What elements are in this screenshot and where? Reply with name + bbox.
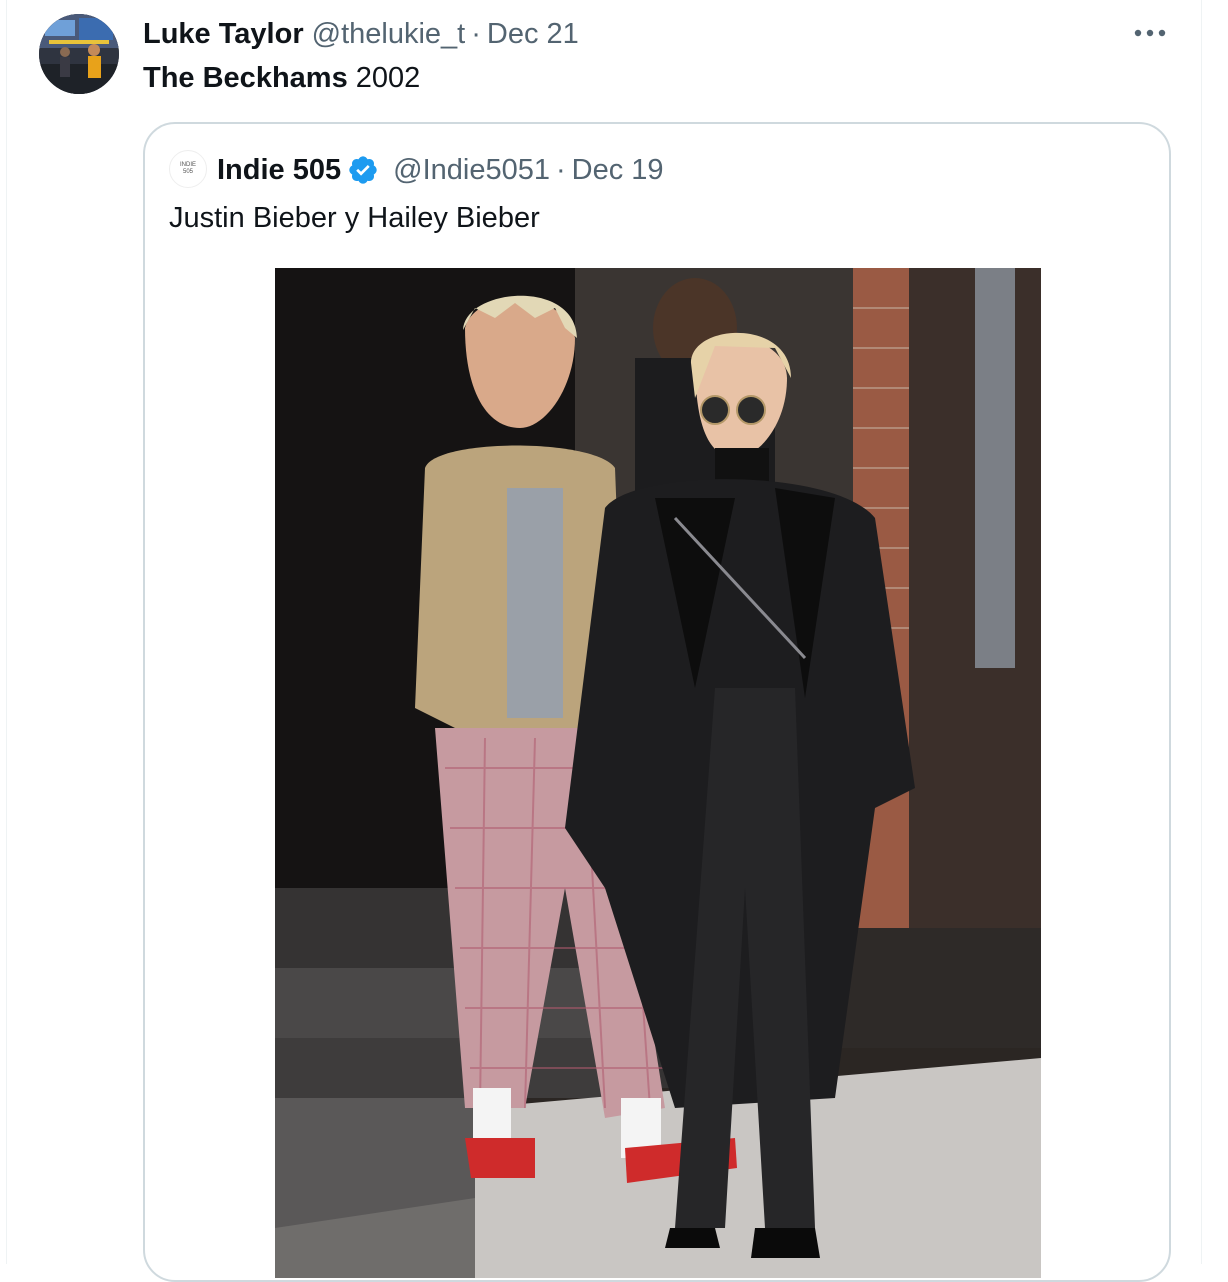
tweet-text-bold: The Beckhams	[143, 62, 348, 94]
author-avatar[interactable]	[39, 14, 119, 94]
quoted-separator-dot: ·	[555, 153, 566, 186]
quoted-avatar-text-line1: INDIE	[179, 162, 196, 168]
author-name[interactable]: Luke Taylor	[143, 18, 304, 51]
quoted-author-handle[interactable]: @Indie5051	[393, 154, 550, 187]
separator-dot: ·	[471, 17, 481, 50]
tweet-text: The Beckhams 2002	[143, 58, 420, 98]
quoted-tweet-date[interactable]: Dec 19	[572, 154, 664, 187]
tweet-header: Luke Taylor @thelukie_t · Dec 21	[143, 14, 579, 54]
quoted-avatar-text-line2: 505	[182, 169, 193, 175]
quoted-tweet-photo[interactable]	[275, 268, 1041, 1278]
quoted-tweet-header: Indie 505 @Indie5051 · Dec 19	[217, 150, 664, 190]
verified-badge-icon	[349, 156, 377, 184]
quoted-author-name[interactable]: Indie 505	[217, 154, 341, 187]
quoted-tweet-text: Justin Bieber y Hailey Bieber	[169, 202, 540, 234]
avatar-image	[39, 14, 119, 94]
photo-image	[275, 268, 1041, 1278]
tweet[interactable]: Luke Taylor @thelukie_t · Dec 21 The Bec…	[6, 0, 1202, 1282]
author-handle[interactable]: @thelukie_t	[312, 18, 466, 51]
more-horizontal-icon	[1134, 29, 1166, 37]
quoted-tweet[interactable]: INDIE 505 Indie 505 @Indie5051 · Dec 19 …	[143, 122, 1171, 1282]
tweet-text-rest: 2002	[347, 62, 421, 94]
more-options-button[interactable]	[1125, 18, 1175, 48]
quoted-author-avatar[interactable]: INDIE 505	[169, 150, 207, 188]
tweet-date[interactable]: Dec 21	[487, 18, 579, 51]
